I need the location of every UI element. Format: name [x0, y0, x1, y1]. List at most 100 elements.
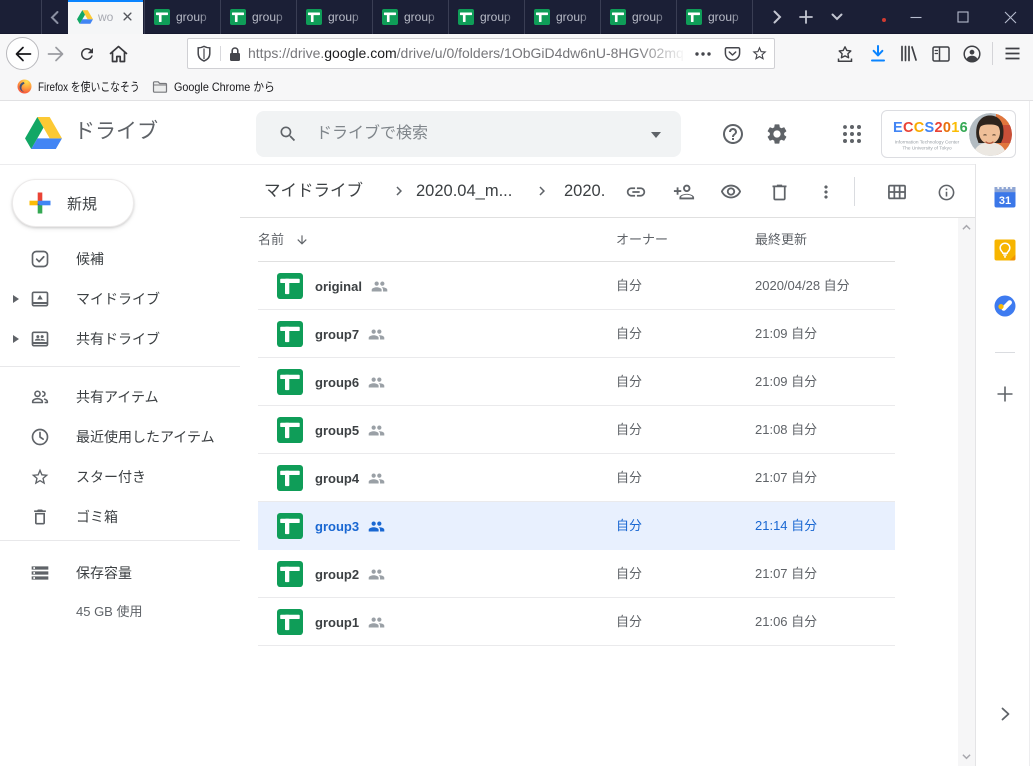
file-row[interactable]: group1 自分 21:06 自分 — [258, 598, 895, 646]
url-text[interactable]: https://drive.google.com/drive/u/0/folde… — [248, 39, 691, 68]
google-sheets-icon — [277, 465, 303, 491]
bookmarks-menu-button[interactable] — [832, 41, 857, 66]
window-maximize-button[interactable] — [946, 0, 980, 34]
new-button[interactable]: 新規 — [12, 179, 134, 227]
tab-active-drive[interactable]: wo — [68, 0, 143, 34]
downloads-button[interactable] — [865, 41, 890, 66]
tab-group[interactable]: group — [448, 0, 524, 34]
bookmark-star-button[interactable] — [751, 39, 768, 68]
sidebar-item-my-drive[interactable]: マイドライブ — [0, 279, 240, 319]
reload-button[interactable] — [76, 43, 98, 65]
keep-app-button[interactable] — [993, 238, 1017, 262]
lock-icon[interactable] — [228, 39, 242, 68]
help-button[interactable] — [721, 122, 745, 146]
grid-view-button[interactable] — [885, 180, 909, 204]
menu-button[interactable] — [1000, 41, 1025, 66]
account-badge[interactable]: ECCS2016 Information Technology CenterTh… — [881, 110, 1016, 158]
expand-arrow-icon[interactable] — [13, 295, 19, 303]
tab-group[interactable]: group — [296, 0, 372, 34]
column-modified[interactable]: 最終更新 — [755, 218, 807, 262]
share-button[interactable] — [672, 180, 696, 204]
window-close-button[interactable] — [993, 0, 1027, 34]
app-title: ドライブ — [74, 101, 158, 163]
check-box-icon — [30, 249, 50, 269]
file-row[interactable]: group6 自分 21:09 自分 — [258, 358, 895, 406]
sidebar-item-recent[interactable]: 最近使用したアイテム — [0, 417, 240, 457]
list-scrollbar[interactable] — [958, 218, 975, 766]
sidebar-item-storage[interactable]: 保存容量 — [0, 553, 240, 593]
shared-people-icon — [368, 566, 385, 583]
sidebar-item-suggestions[interactable]: 候補 — [0, 239, 240, 279]
expand-arrow-icon[interactable] — [13, 335, 19, 343]
sidebar-item-shared-with-me[interactable]: 共有アイテム — [0, 377, 240, 417]
bookmark-folder-chrome[interactable]: Google Chrome から — [152, 73, 286, 100]
search-box[interactable]: ドライブで検索 — [256, 111, 681, 157]
tab-group[interactable]: group — [676, 0, 752, 34]
file-row[interactable]: group4 自分 21:07 自分 — [258, 454, 895, 502]
search-options-caret-icon[interactable] — [651, 132, 661, 138]
sidebar-item-trash[interactable]: ゴミ箱 — [0, 497, 240, 537]
new-tab-button[interactable] — [792, 0, 820, 34]
page-actions-button[interactable] — [695, 39, 711, 68]
sidebars-button[interactable] — [928, 41, 953, 66]
breadcrumb-my-drive[interactable]: マイドライブ — [264, 165, 363, 217]
forward-button[interactable] — [45, 43, 67, 65]
tab-close-icon[interactable] — [122, 11, 133, 22]
save-to-pocket-button[interactable] — [724, 39, 741, 68]
tab-group[interactable]: group — [220, 0, 296, 34]
file-row[interactable]: group5 自分 21:08 自分 — [258, 406, 895, 454]
list-all-tabs-button[interactable] — [823, 0, 851, 34]
tab-scroll-left-button[interactable] — [43, 0, 65, 34]
tab-group[interactable]: group — [372, 0, 448, 34]
file-row[interactable]: group2 自分 21:07 自分 — [258, 550, 895, 598]
trash-icon — [30, 507, 50, 527]
library-button[interactable] — [896, 41, 921, 66]
calendar-app-button[interactable]: 31 — [993, 185, 1017, 209]
column-owner[interactable]: オーナー — [616, 218, 668, 262]
column-name[interactable]: 名前 — [258, 218, 284, 262]
file-row[interactable]: group7 自分 21:09 自分 — [258, 310, 895, 358]
tab-group[interactable]: group — [600, 0, 676, 34]
account-button[interactable] — [959, 41, 984, 66]
tab-scroll-right-button[interactable] — [763, 0, 791, 34]
url-bar[interactable]: https://drive.google.com/drive/u/0/folde… — [187, 38, 775, 69]
info-button[interactable] — [934, 180, 958, 204]
search-icon[interactable] — [278, 124, 298, 144]
sort-descending-icon[interactable] — [295, 233, 309, 247]
hide-side-panel-button[interactable] — [998, 707, 1012, 721]
sidebar-item-shared-drives[interactable]: 共有ドライブ — [0, 319, 240, 359]
file-row[interactable]: original 自分 2020/04/28 自分 — [258, 262, 895, 310]
logo-letter: 1 — [951, 120, 959, 136]
home-button[interactable] — [107, 43, 129, 65]
tab-group[interactable]: group — [144, 0, 220, 34]
drive-sidebar: 新規 候補 マイドライブ 共有ドライブ 共有アイテム 最近使用したアイテム スタ… — [0, 165, 240, 766]
back-button[interactable] — [6, 37, 39, 70]
google-drive-logo[interactable] — [25, 117, 62, 149]
breadcrumb-current-folder[interactable]: 2020. — [564, 165, 605, 217]
google-drive-favicon — [77, 9, 93, 25]
preview-button[interactable] — [719, 180, 743, 204]
minimize-icon — [910, 11, 922, 23]
get-link-button[interactable] — [624, 180, 648, 204]
sidebar-item-starred[interactable]: スター付き — [0, 457, 240, 497]
settings-button[interactable] — [765, 122, 789, 146]
tracking-protection-shield-icon[interactable] — [196, 39, 212, 68]
avatar[interactable] — [969, 113, 1012, 156]
more-actions-button[interactable] — [814, 180, 838, 204]
url-path: /drive/u/0/folders/1ObGiD4dw6nU-8HGV02mq — [397, 45, 684, 61]
tab-group[interactable]: group — [524, 0, 600, 34]
breadcrumb-folder[interactable]: 2020.04_m... — [416, 165, 512, 217]
gear-icon — [765, 122, 789, 146]
bookmark-item-firefox[interactable]: Firefox を使いこなそう — [17, 73, 162, 100]
remove-button[interactable] — [767, 180, 791, 204]
get-addons-button[interactable] — [995, 384, 1015, 404]
window-minimize-button[interactable] — [899, 0, 933, 34]
file-row-selected[interactable]: group3 自分 21:14 自分 — [258, 502, 895, 550]
tasks-app-button[interactable] — [993, 294, 1017, 318]
google-sheets-favicon — [534, 9, 550, 25]
shared-people-icon — [368, 518, 385, 535]
scroll-down-icon[interactable] — [962, 752, 971, 761]
scroll-up-icon[interactable] — [962, 223, 971, 232]
google-apps-button[interactable] — [840, 122, 864, 146]
screen: { "browser": { "window_title": "", "acti… — [0, 0, 1033, 766]
